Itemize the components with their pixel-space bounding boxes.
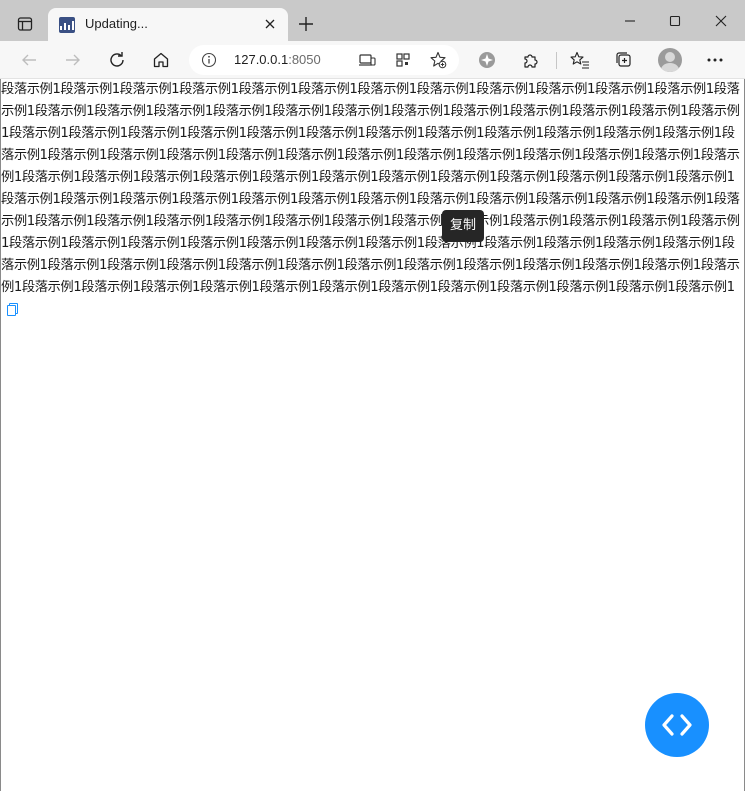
home-button[interactable] (146, 46, 176, 74)
home-icon (153, 52, 169, 68)
url-text: 127.0.0.1:8050 (234, 52, 321, 67)
toolbar-separator (556, 52, 557, 69)
add-favorite-icon[interactable] (427, 50, 449, 70)
read-aloud-device-icon[interactable] (356, 50, 378, 70)
browser-tab[interactable]: Updating... (48, 8, 288, 41)
favorites-button[interactable] (565, 46, 595, 74)
extensions-button[interactable] (516, 46, 546, 74)
window-frame-left (0, 79, 1, 791)
refresh-icon (110, 52, 124, 67)
page-content: 段落示例1段落示例1段落示例1段落示例1段落示例1段落示例1段落示例1段落示例1… (1, 79, 743, 790)
url-host: 127.0.0.1 (234, 52, 289, 67)
copy-tooltip: 复制 (442, 210, 485, 242)
refresh-button[interactable] (102, 46, 132, 74)
close-icon (265, 19, 275, 29)
minimize-icon (625, 19, 635, 22)
url-port: :8050 (288, 52, 321, 67)
tab-actions-button[interactable] (12, 12, 38, 36)
dash-favicon-icon (59, 17, 75, 33)
site-info-icon[interactable] (201, 52, 217, 72)
tab-actions-icon (17, 17, 33, 31)
close-window-button[interactable] (698, 0, 744, 41)
forward-arrow-icon (66, 54, 80, 66)
code-toggle-button[interactable] (645, 693, 709, 757)
tab-title: Updating... (85, 16, 148, 31)
address-bar[interactable]: 127.0.0.1:8050 (189, 45, 459, 75)
collections-button[interactable] (609, 46, 639, 74)
profile-avatar[interactable] (658, 48, 682, 72)
plus-icon (299, 17, 313, 31)
close-tab-button[interactable] (260, 14, 280, 34)
back-button[interactable] (14, 46, 44, 74)
minimize-button[interactable] (607, 0, 653, 41)
puzzle-piece-icon (524, 54, 538, 68)
code-brackets-icon (662, 714, 692, 736)
forward-button[interactable] (58, 46, 88, 74)
maximize-button[interactable] (652, 0, 698, 41)
maximize-icon (669, 15, 681, 26)
collections-icon (616, 52, 631, 67)
more-options-icon (707, 58, 723, 62)
extension-button[interactable] (472, 46, 502, 74)
new-tab-button[interactable] (294, 12, 318, 36)
example-paragraph: 段落示例1段落示例1段落示例1段落示例1段落示例1段落示例1段落示例1段落示例1… (1, 79, 743, 321)
copy-icon[interactable] (7, 303, 18, 316)
favorites-star-list-icon (570, 51, 589, 69)
settings-more-button[interactable] (700, 46, 730, 74)
browser-toolbar: 127.0.0.1:8050 (0, 41, 745, 79)
close-window-icon (715, 15, 727, 26)
paragraph-text: 段落示例1段落示例1段落示例1段落示例1段落示例1段落示例1段落示例1段落示例1… (1, 82, 740, 295)
title-bar: Updating... (0, 0, 745, 41)
back-arrow-icon (22, 54, 36, 66)
qr-code-icon[interactable] (392, 50, 414, 70)
extension-badge-icon (479, 52, 495, 68)
